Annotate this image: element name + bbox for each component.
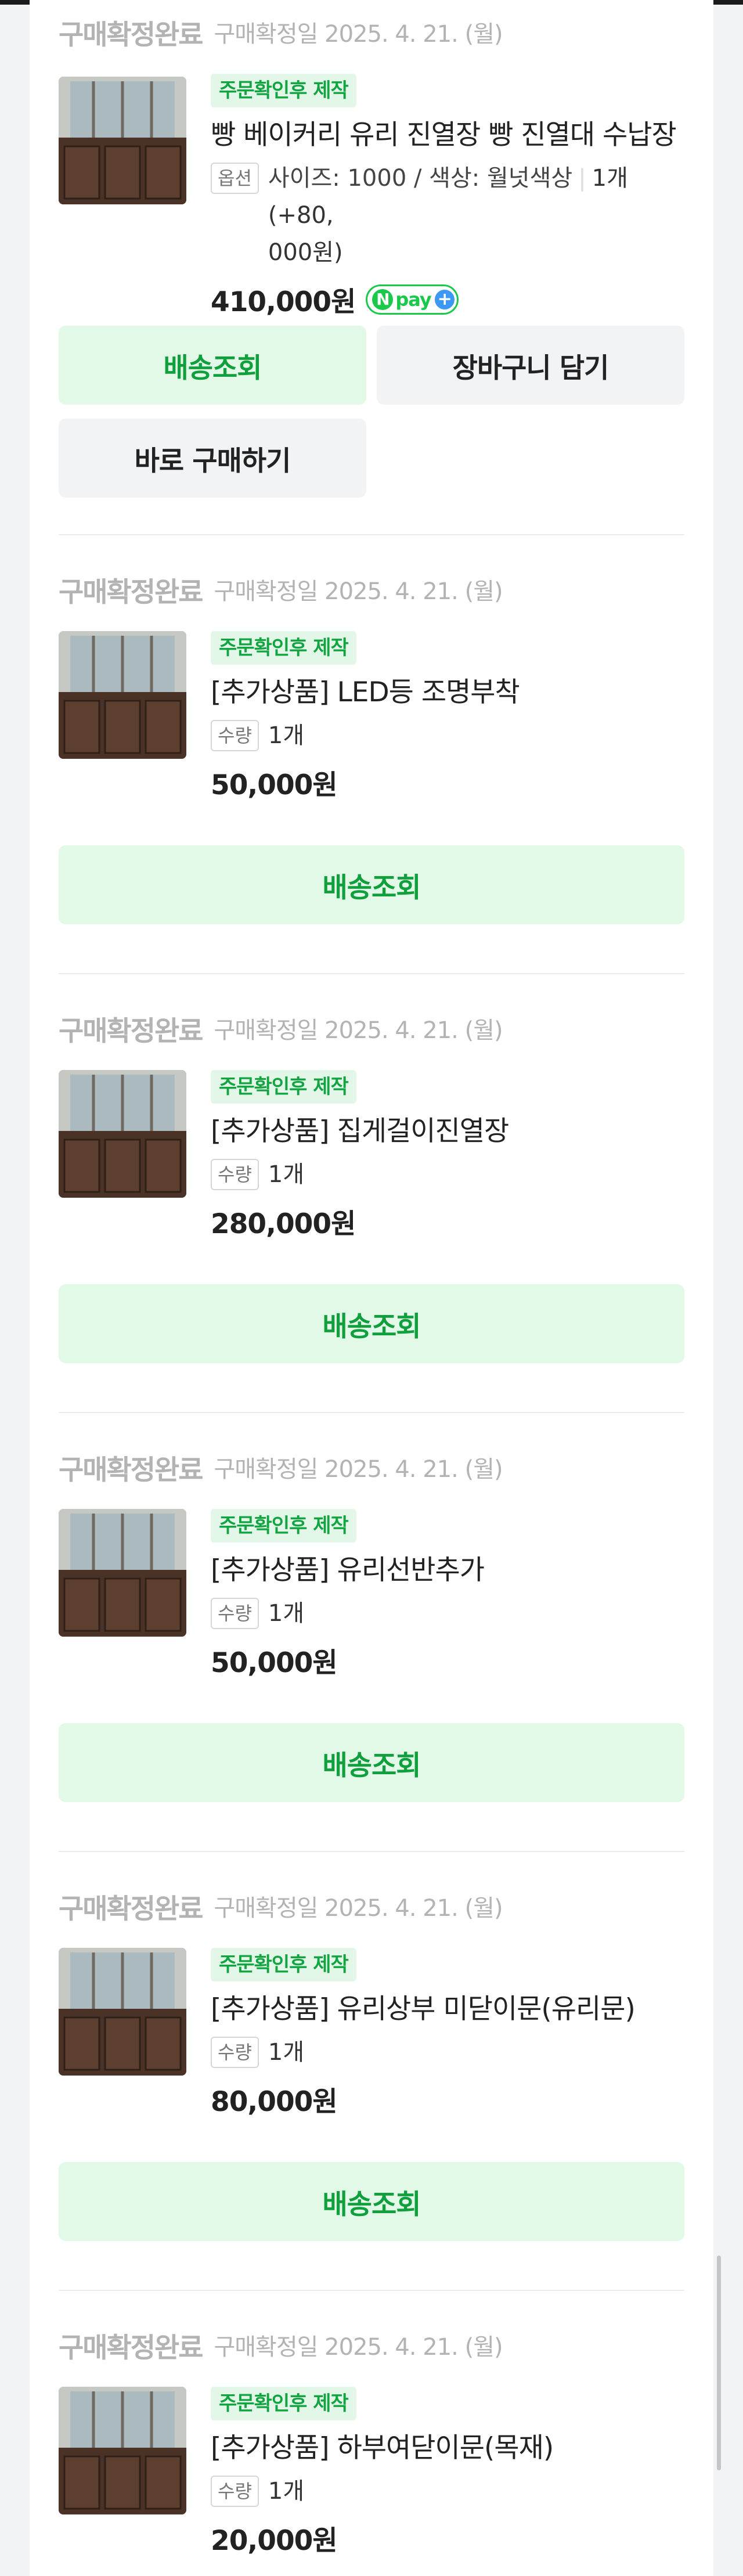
option-extra-price: 000원) [268,239,343,266]
order-status-line: 구매확정완료 구매확정일 2025. 4. 21. (월) [59,12,503,52]
order-divider [59,1851,684,1852]
quantity-chip: 수량 [211,2476,259,2507]
product-info: 주문확인후 제작 빵 베이커리 유리 진열장 빵 진열대 수납장 옵션 사이즈:… [211,74,684,319]
confirm-date: 구매확정일 2025. 4. 21. (월) [214,1895,503,1922]
quantity-chip: 수량 [211,1159,259,1190]
product-thumbnail[interactable] [59,2387,186,2514]
quantity-value: 1개 [268,2039,305,2066]
product-info: 주문확인후 제작 [추가상품] LED등 조명부착 수량 1개 50,000원 [211,631,684,802]
option-chip: 옵션 [211,163,259,194]
confirm-date: 구매확정일 2025. 4. 21. (월) [214,2334,503,2361]
product-price: 280,000원 [211,1208,356,1240]
order-status-line: 구매확정완료 구매확정일 2025. 4. 21. (월) [59,1008,503,1049]
order-status-line: 구매확정완료 구매확정일 2025. 4. 21. (월) [59,2325,503,2365]
product-thumbnail[interactable] [59,1070,186,1198]
order-status-line: 구매확정완료 구매확정일 2025. 4. 21. (월) [59,1447,503,1487]
confirm-date: 구매확정일 2025. 4. 21. (월) [214,1017,503,1044]
quantity-row: 수량 1개 [211,1595,684,1632]
confirm-date: 구매확정일 2025. 4. 21. (월) [214,1456,503,1483]
order-divider [59,973,684,974]
made-to-order-badge: 주문확인후 제작 [211,1948,356,1981]
order-divider [59,534,684,535]
order-status: 구매확정완료 [59,2332,203,2364]
order-divider [59,2290,684,2291]
quantity-row: 수량 1개 [211,2473,684,2510]
track-delivery-button[interactable]: 배송조회 [59,1723,684,1802]
product-name[interactable]: [추가상품] LED등 조명부착 [211,674,684,711]
option-separator: | [578,165,586,192]
price-row: 80,000원 [211,2079,684,2119]
order-status: 구매확정완료 [59,19,203,51]
made-to-order-badge: 주문확인후 제작 [211,2387,356,2420]
order-status: 구매확정완료 [59,576,203,608]
product-info: 주문확인후 제작 [추가상품] 집게걸이진열장 수량 1개 280,000원 [211,1070,684,1241]
confirm-date: 구매확정일 2025. 4. 21. (월) [214,578,503,605]
quantity-chip: 수량 [211,720,259,751]
option-row: 옵션 사이즈: 1000 / 색상: 월넛색상 | 1개 (+80, 000원) [211,160,684,271]
made-to-order-badge: 주문확인후 제작 [211,631,356,665]
quantity-row: 수량 1개 [211,717,684,754]
quantity-value: 1개 [268,1600,305,1627]
price-row: 280,000원 [211,1201,684,1241]
product-photo-icon [59,1070,186,1198]
page-scrollbar[interactable] [717,2256,721,2470]
product-thumbnail[interactable] [59,1509,186,1637]
product-name[interactable]: [추가상품] 유리선반추가 [211,1552,684,1589]
product-price: 20,000원 [211,2525,338,2557]
product-thumbnail[interactable] [59,1948,186,2076]
product-name[interactable]: 빵 베이커리 유리 진열장 빵 진열대 수납장 [211,117,684,154]
order-status-line: 구매확정완료 구매확정일 2025. 4. 21. (월) [59,1886,503,1926]
quantity-row: 수량 1개 [211,2034,684,2071]
product-name[interactable]: [추가상품] 유리상부 미닫이문(유리문) [211,1991,684,2028]
product-photo-icon [59,77,186,204]
product-name[interactable]: [추가상품] 집게걸이진열장 [211,1113,684,1150]
product-thumbnail[interactable] [59,77,186,204]
product-photo-icon [59,631,186,759]
track-delivery-button[interactable]: 배송조회 [59,845,684,924]
product-price: 50,000원 [211,769,338,801]
made-to-order-badge: 주문확인후 제작 [211,1509,356,1543]
npay-text: pay [395,288,431,311]
product-price: 410,000원 [211,286,356,318]
order-divider [59,1412,684,1413]
quantity-row: 수량 1개 [211,1156,684,1193]
npay-logo-icon: Npay + [366,284,459,315]
track-delivery-button[interactable]: 배송조회 [59,326,366,405]
quantity-value: 1개 [268,2478,305,2505]
quantity-chip: 수량 [211,2037,259,2068]
track-delivery-button[interactable]: 배송조회 [59,1284,684,1363]
price-row: 50,000원 [211,1640,684,1680]
quantity-chip: 수량 [211,1598,259,1629]
made-to-order-badge: 주문확인후 제작 [211,74,356,107]
made-to-order-badge: 주문확인후 제작 [211,1070,356,1104]
option-text: 사이즈: 1000 / 색상: 월넛색상 [268,165,573,192]
order-status-line: 구매확정완료 구매확정일 2025. 4. 21. (월) [59,569,503,610]
product-photo-icon [59,1948,186,2076]
quantity-value: 1개 [268,722,305,749]
product-info: 주문확인후 제작 [추가상품] 유리상부 미닫이문(유리문) 수량 1개 80,… [211,1948,684,2119]
product-photo-icon [59,2387,186,2514]
price-row: 410,000원 Npay + [211,279,684,319]
add-to-cart-button[interactable]: 장바구니 담기 [377,326,684,405]
npay-n-icon: N [372,289,394,310]
option-value: 사이즈: 1000 / 색상: 월넛색상 | 1개 (+80, 000원) [268,160,684,271]
quantity-value: 1개 [268,1161,305,1188]
product-price: 80,000원 [211,2086,338,2118]
product-thumbnail[interactable] [59,631,186,759]
order-status: 구매확정완료 [59,1015,203,1047]
buy-now-button[interactable]: 바로 구매하기 [59,419,366,498]
npay-plus-icon: + [434,289,455,309]
product-photo-icon [59,1509,186,1637]
product-name[interactable]: [추가상품] 하부여닫이문(목재) [211,2430,684,2467]
confirm-date: 구매확정일 2025. 4. 21. (월) [214,21,503,48]
price-row: 50,000원 [211,762,684,802]
order-status: 구매확정완료 [59,1454,203,1486]
order-status: 구매확정완료 [59,1893,203,1925]
product-info: 주문확인후 제작 [추가상품] 유리선반추가 수량 1개 50,000원 [211,1509,684,1680]
product-price: 50,000원 [211,1647,338,1679]
product-info: 주문확인후 제작 [추가상품] 하부여닫이문(목재) 수량 1개 20,000원 [211,2387,684,2558]
price-row: 20,000원 [211,2518,684,2558]
track-delivery-button[interactable]: 배송조회 [59,2162,684,2241]
order-list-card: 구매확정완료 구매확정일 2025. 4. 21. (월) 주문확인후 제작 빵… [30,0,713,2576]
